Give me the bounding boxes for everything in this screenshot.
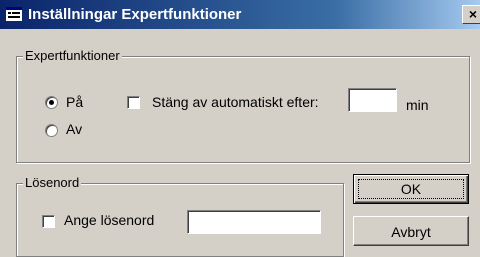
set-password-label[interactable]: Ange lösenord <box>64 212 154 228</box>
minutes-unit-label: min <box>406 97 429 113</box>
close-button[interactable]: × <box>462 5 480 24</box>
password-legend: Lösenord <box>23 175 82 190</box>
radio-on-label[interactable]: På <box>66 94 83 110</box>
set-password-checkbox[interactable] <box>42 215 55 228</box>
auto-off-label[interactable]: Stäng av automatiskt efter: <box>152 94 319 110</box>
radio-on-indicator <box>49 100 54 105</box>
radio-on[interactable] <box>45 96 58 109</box>
ok-button[interactable]: OK <box>353 174 469 204</box>
radio-off[interactable] <box>45 124 58 137</box>
password-input[interactable] <box>187 210 321 234</box>
cancel-button-label: Avbryt <box>391 224 431 240</box>
app-window-icon <box>6 7 22 21</box>
ok-button-label: OK <box>400 181 422 197</box>
window-title: Inställningar Expertfunktioner <box>28 6 242 23</box>
title-bar: Inställningar Expertfunktioner × <box>0 0 480 29</box>
auto-off-minutes-input[interactable] <box>348 88 397 112</box>
expert-functions-legend: Expertfunktioner <box>23 48 122 63</box>
radio-off-label[interactable]: Av <box>66 121 82 137</box>
cancel-button[interactable]: Avbryt <box>353 216 469 246</box>
auto-off-checkbox[interactable] <box>127 96 140 109</box>
